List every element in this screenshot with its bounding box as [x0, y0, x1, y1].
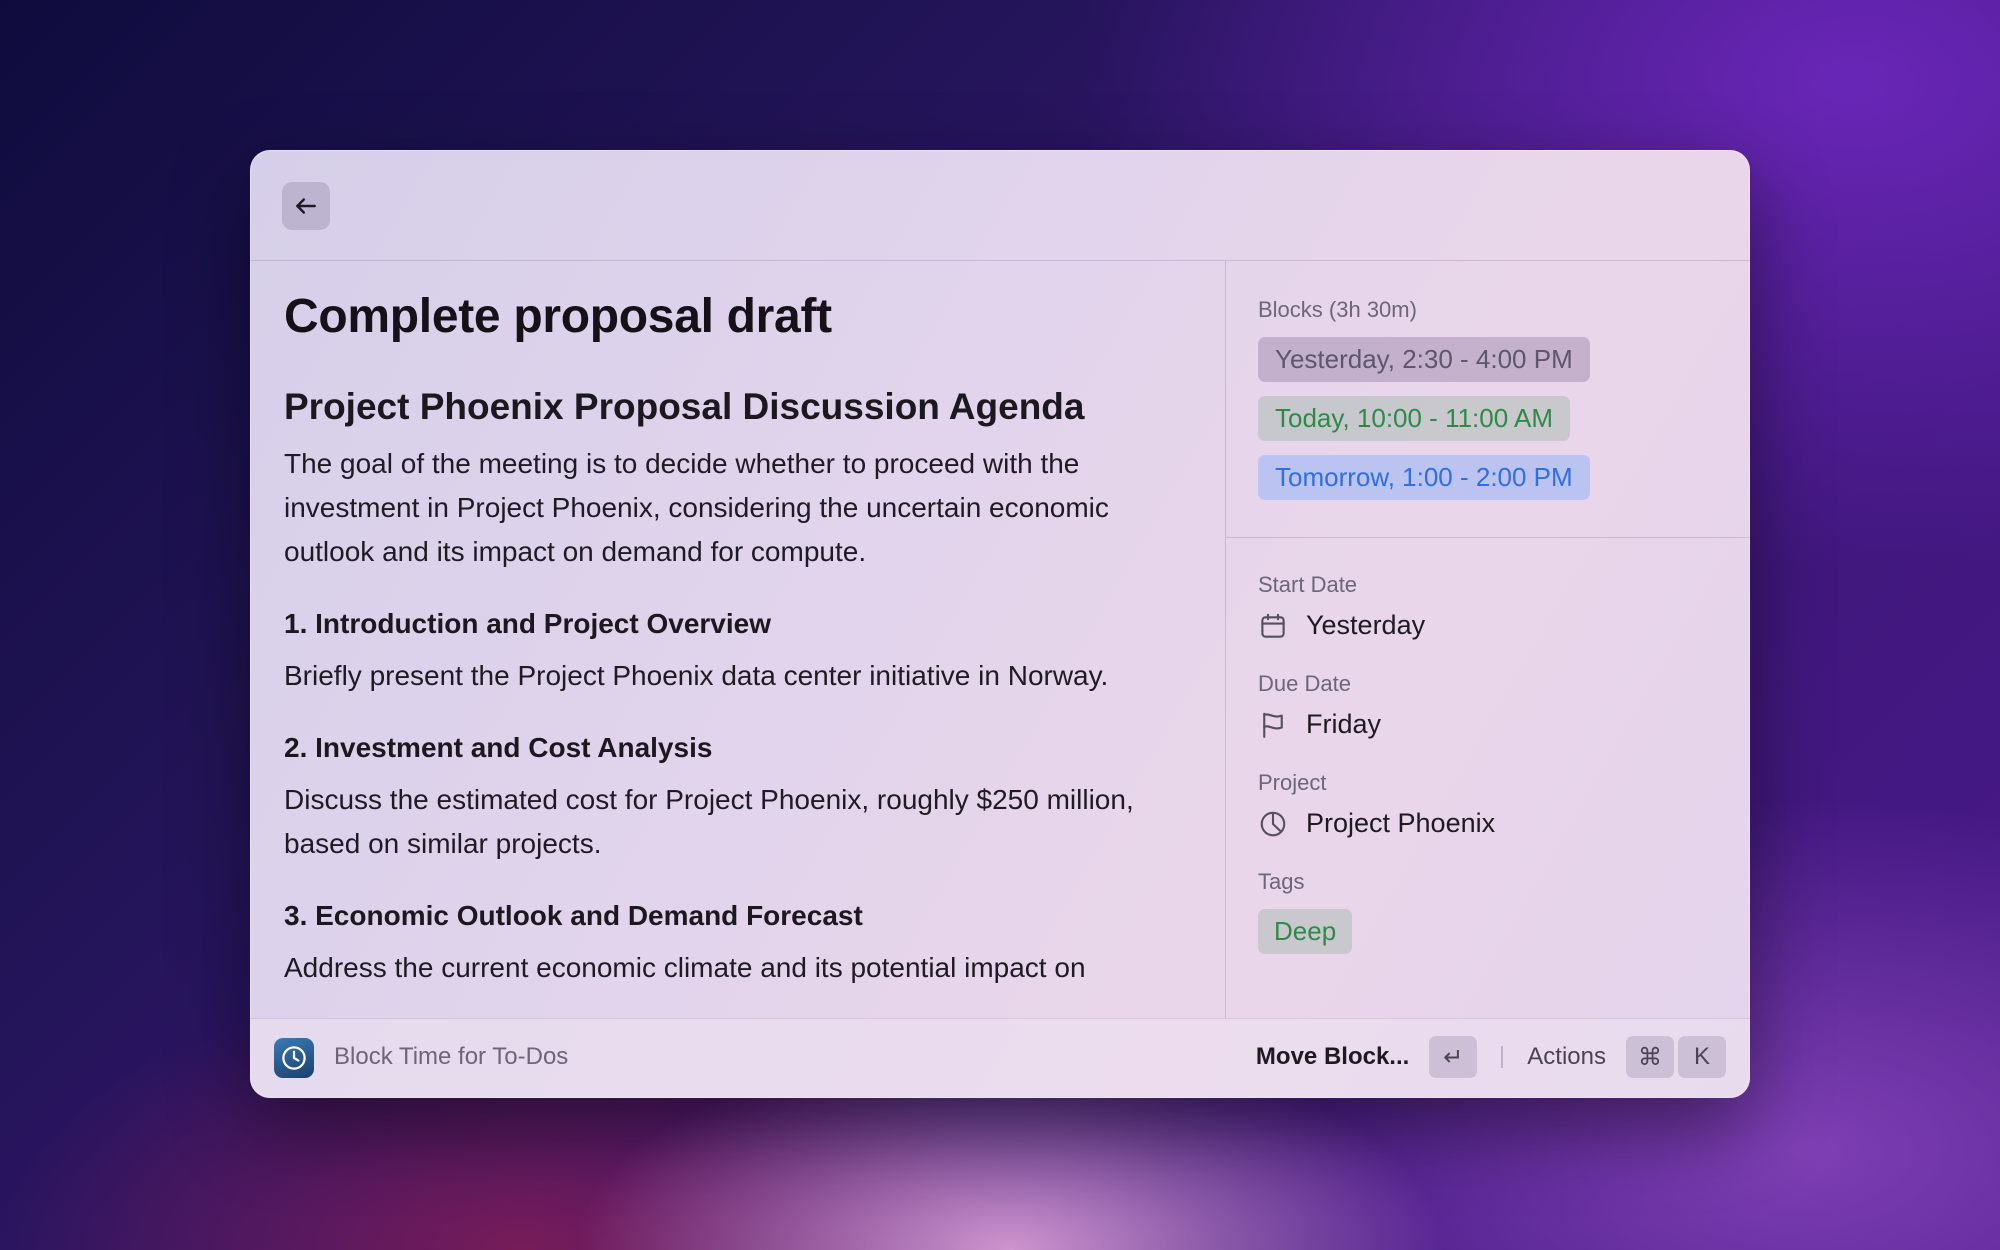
- section-body: Briefly present the Project Phoenix data…: [284, 660, 1109, 691]
- move-block-button[interactable]: Move Block...: [1256, 1043, 1409, 1071]
- section-body: Discuss the estimated cost for Project P…: [284, 784, 1134, 859]
- calendar-icon: [1261, 613, 1285, 638]
- top-bar: [250, 150, 1750, 261]
- footer-actions: Move Block... ↵ Actions ⌘ K: [1256, 1036, 1726, 1078]
- due-date-value: Friday: [1258, 709, 1718, 740]
- metadata-sidebar: Blocks (3h 30m) Yesterday, 2:30 - 4:00 P…: [1225, 261, 1750, 1018]
- block-chip-tomorrow[interactable]: Tomorrow, 1:00 - 2:00 PM: [1258, 455, 1590, 500]
- section-title: 2. Investment and Cost Analysis: [284, 732, 713, 763]
- back-button[interactable]: [282, 182, 330, 230]
- detail-content: Complete proposal draft Project Phoenix …: [250, 261, 1224, 1018]
- intro-paragraph: The goal of the meeting is to decide whe…: [284, 448, 1109, 567]
- raycast-window: Complete proposal draft Project Phoenix …: [250, 150, 1750, 1098]
- flag-icon: [1263, 712, 1283, 738]
- footer-divider: [1501, 1046, 1504, 1068]
- command-key-hint: ⌘: [1626, 1036, 1674, 1078]
- project-text: Project Phoenix: [1306, 808, 1496, 838]
- app-icon: [274, 1038, 314, 1078]
- tags-label: Tags: [1258, 869, 1305, 894]
- project-value: Project Phoenix: [1258, 808, 1718, 839]
- block-chip-yesterday[interactable]: Yesterday, 2:30 - 4:00 PM: [1258, 337, 1590, 382]
- action-bar: Block Time for To-Dos Move Block... ↵ Ac…: [250, 1018, 1750, 1098]
- page-title: Complete proposal draft: [284, 290, 832, 343]
- fields-section: Start Date Yesterday Due Date Friday Pro: [1226, 538, 1750, 954]
- section-body: Address the current economic climate and…: [284, 952, 1086, 983]
- start-date-value: Yesterday: [1258, 610, 1718, 641]
- start-date-label: Start Date: [1258, 572, 1358, 597]
- pie-chart-icon: [1260, 811, 1286, 836]
- arrow-left-icon: [296, 198, 316, 214]
- clock-icon: [282, 1046, 306, 1070]
- command-title: Block Time for To-Dos: [334, 1043, 569, 1070]
- blocks-label: Blocks (3h 30m): [1258, 297, 1417, 322]
- section-title: 1. Introduction and Project Overview: [284, 608, 771, 639]
- due-date-label: Due Date: [1258, 671, 1351, 696]
- tag-chip-deep[interactable]: Deep: [1258, 909, 1353, 954]
- start-date-text: Yesterday: [1306, 610, 1426, 640]
- enter-key-hint: ↵: [1429, 1036, 1478, 1078]
- block-chip-today[interactable]: Today, 10:00 - 11:00 AM: [1258, 396, 1570, 441]
- blocks-section: Blocks (3h 30m) Yesterday, 2:30 - 4:00 P…: [1226, 261, 1750, 538]
- section-title: 3. Economic Outlook and Demand Forecast: [284, 900, 863, 931]
- actions-button[interactable]: Actions: [1527, 1043, 1606, 1071]
- k-key-hint: K: [1678, 1036, 1726, 1078]
- project-label: Project: [1258, 770, 1327, 795]
- document-heading: Project Phoenix Proposal Discussion Agen…: [284, 386, 1085, 427]
- due-date-text: Friday: [1306, 709, 1382, 739]
